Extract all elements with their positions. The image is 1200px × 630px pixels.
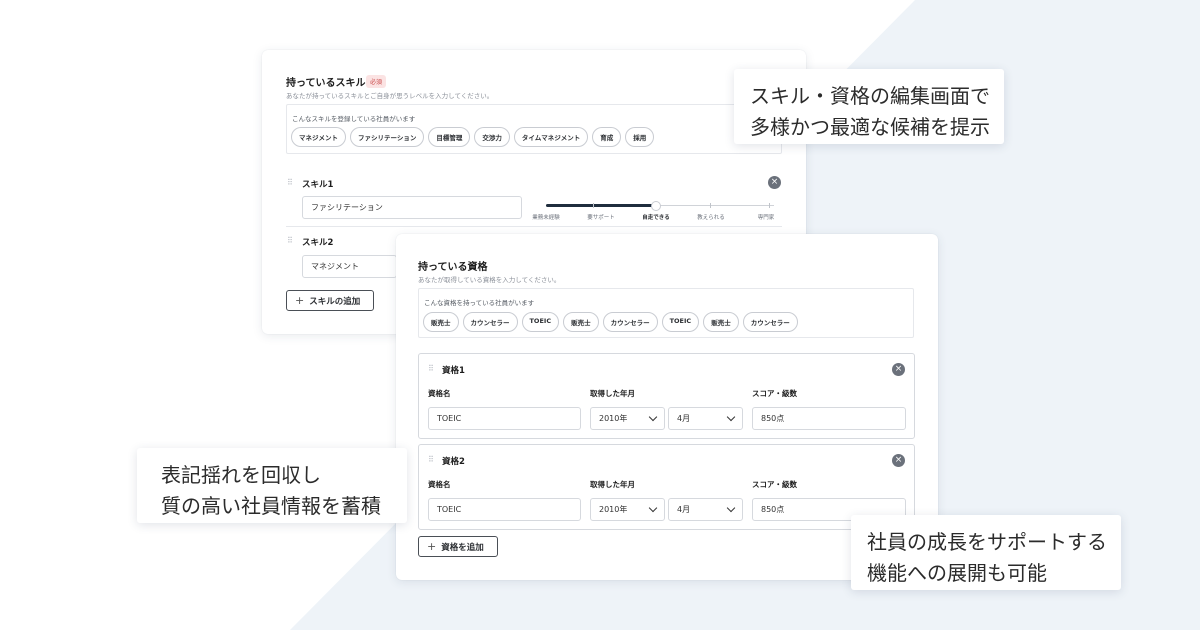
drag-handle-icon[interactable]: ⠿ [428,364,434,373]
level-tick [593,203,594,208]
cert-2-year-select[interactable]: 2010年 [590,498,665,521]
chevron-down-icon [726,412,736,422]
level-label: 自走できる [642,215,670,221]
cert-2-year-value: 2010年 [599,505,628,514]
suggestion-chip[interactable]: 交渉力 [474,127,510,147]
cert-score-label: スコア・級数 [752,480,797,489]
cert-item-2: ⠿ 資格2 × 資格名 取得した年月 スコア・級数 TOEIC 2010年 4月… [418,444,915,530]
cert-score-label: スコア・級数 [752,389,797,398]
suggestion-chip[interactable]: ファシリテーション [350,127,425,147]
suggestion-chip[interactable]: カウンセラー [742,312,798,332]
certs-title: 持っている資格 [418,262,488,273]
add-skill-label: スキルの追加 [309,296,361,307]
remove-cert-1-icon[interactable]: × [892,363,905,376]
level-tick [710,203,711,208]
level-label: 専門家 [757,215,775,221]
chevron-down-icon [648,503,658,513]
suggestion-chip[interactable]: マネジメント [291,127,346,147]
add-skill-button[interactable]: + スキルの追加 [286,290,374,311]
callout-line: 多様かつ最適な候補を提示 [750,115,990,139]
skill-2-input[interactable]: マネジメント [302,255,397,278]
callout-line: 質の高い社員情報を蓄積 [161,494,381,518]
cert-date-label: 取得した年月 [590,480,635,489]
skills-suggestion-chips: マネジメント ファシリテーション 目標管理 交渉力 タイムマネジメント 育成 採… [291,127,655,147]
cert-name-label: 資格名 [428,389,451,398]
drag-handle-icon[interactable]: ⠿ [428,455,434,464]
skill-1-label: スキル1 [302,180,334,190]
callout-line: 社員の成長をサポートする [867,530,1107,554]
cert-1-name-input[interactable]: TOEIC [428,407,581,430]
skill-2-label: スキル2 [302,238,334,248]
remove-cert-2-icon[interactable]: × [892,454,905,467]
skills-suggestion-box: こんなスキルを登録している社員がいます マネジメント ファシリテーション 目標管… [286,104,782,154]
callout-bottom-right: 社員の成長をサポートする 機能への展開も可能 [851,515,1121,590]
cert-1-score-input[interactable]: 850点 [752,407,906,430]
required-badge: 必須 [366,75,387,88]
cert-2-label: 資格2 [442,457,465,467]
cert-2-name-input[interactable]: TOEIC [428,498,581,521]
cert-name-label: 資格名 [428,480,451,489]
divider [286,226,782,227]
level-label: 業務未経験 [532,215,560,221]
suggestion-chip[interactable]: 目標管理 [428,127,471,147]
cert-1-year-value: 2010年 [599,414,628,423]
cert-item-1: ⠿ 資格1 × 資格名 取得した年月 スコア・級数 TOEIC 2010年 4月… [418,353,915,439]
suggestion-chip[interactable]: 販売士 [563,312,599,332]
skill-1-input[interactable]: ファシリテーション [302,196,522,219]
suggestion-chip[interactable]: 採用 [625,127,655,147]
callout-line: スキル・資格の編集画面で [750,84,990,108]
callout-line: 機能への展開も可能 [867,561,1047,585]
certs-suggestion-chips: 販売士 カウンセラー TOEIC 販売士 カウンセラー TOEIC 販売士 カウ… [423,312,798,332]
drag-handle-icon[interactable]: ⠿ [287,178,293,187]
suggestion-chip[interactable]: 販売士 [423,312,459,332]
plus-icon: + [295,294,305,307]
plus-icon: + [427,540,437,553]
suggestion-chip[interactable]: TOEIC [521,312,560,332]
certs-description: あなたが取得している資格を入力してください。 [418,276,561,284]
suggestion-chip[interactable]: カウンセラー [602,312,658,332]
callout-bottom-left: 表記揺れを回収し 質の高い社員情報を蓄積 [137,448,407,523]
skills-title: 持っているスキル [286,78,366,89]
cert-date-label: 取得した年月 [590,389,635,398]
suggestion-chip[interactable]: タイムマネジメント [513,127,589,147]
level-label: 要サポート [587,215,615,221]
cert-2-month-select[interactable]: 4月 [668,498,743,521]
skill-1-level-fill [546,204,656,207]
callout-line: 表記揺れを回収し [161,463,321,487]
callout-top-right: スキル・資格の編集画面で 多様かつ最適な候補を提示 [734,69,1004,144]
suggestion-chip[interactable]: TOEIC [661,312,700,332]
suggestion-chip[interactable]: カウンセラー [462,312,518,332]
suggestion-chip[interactable]: 育成 [592,127,622,147]
skills-description: あなたが持っているスキルとご自身が思うレベルを入力してください。 [286,92,494,100]
level-tick [769,203,770,208]
cert-1-label: 資格1 [442,366,465,376]
certs-suggestion-box: こんな資格を持っている社員がいます 販売士 カウンセラー TOEIC 販売士 カ… [418,288,914,338]
skills-suggestion-caption: こんなスキルを登録している社員がいます [292,115,416,123]
level-label: 教えられる [697,215,725,221]
cert-1-month-value: 4月 [677,414,691,423]
cert-1-year-select[interactable]: 2010年 [590,407,665,430]
skill-1-level-handle[interactable] [651,201,661,211]
suggestion-chip[interactable]: 販売士 [703,312,739,332]
add-cert-button[interactable]: + 資格を追加 [418,536,498,557]
certs-suggestion-caption: こんな資格を持っている社員がいます [424,299,535,307]
add-cert-label: 資格を追加 [441,542,484,553]
remove-skill-1-icon[interactable]: × [768,176,781,189]
cert-1-month-select[interactable]: 4月 [668,407,743,430]
chevron-down-icon [648,412,658,422]
drag-handle-icon[interactable]: ⠿ [287,236,293,245]
chevron-down-icon [726,503,736,513]
cert-2-month-value: 4月 [677,505,691,514]
